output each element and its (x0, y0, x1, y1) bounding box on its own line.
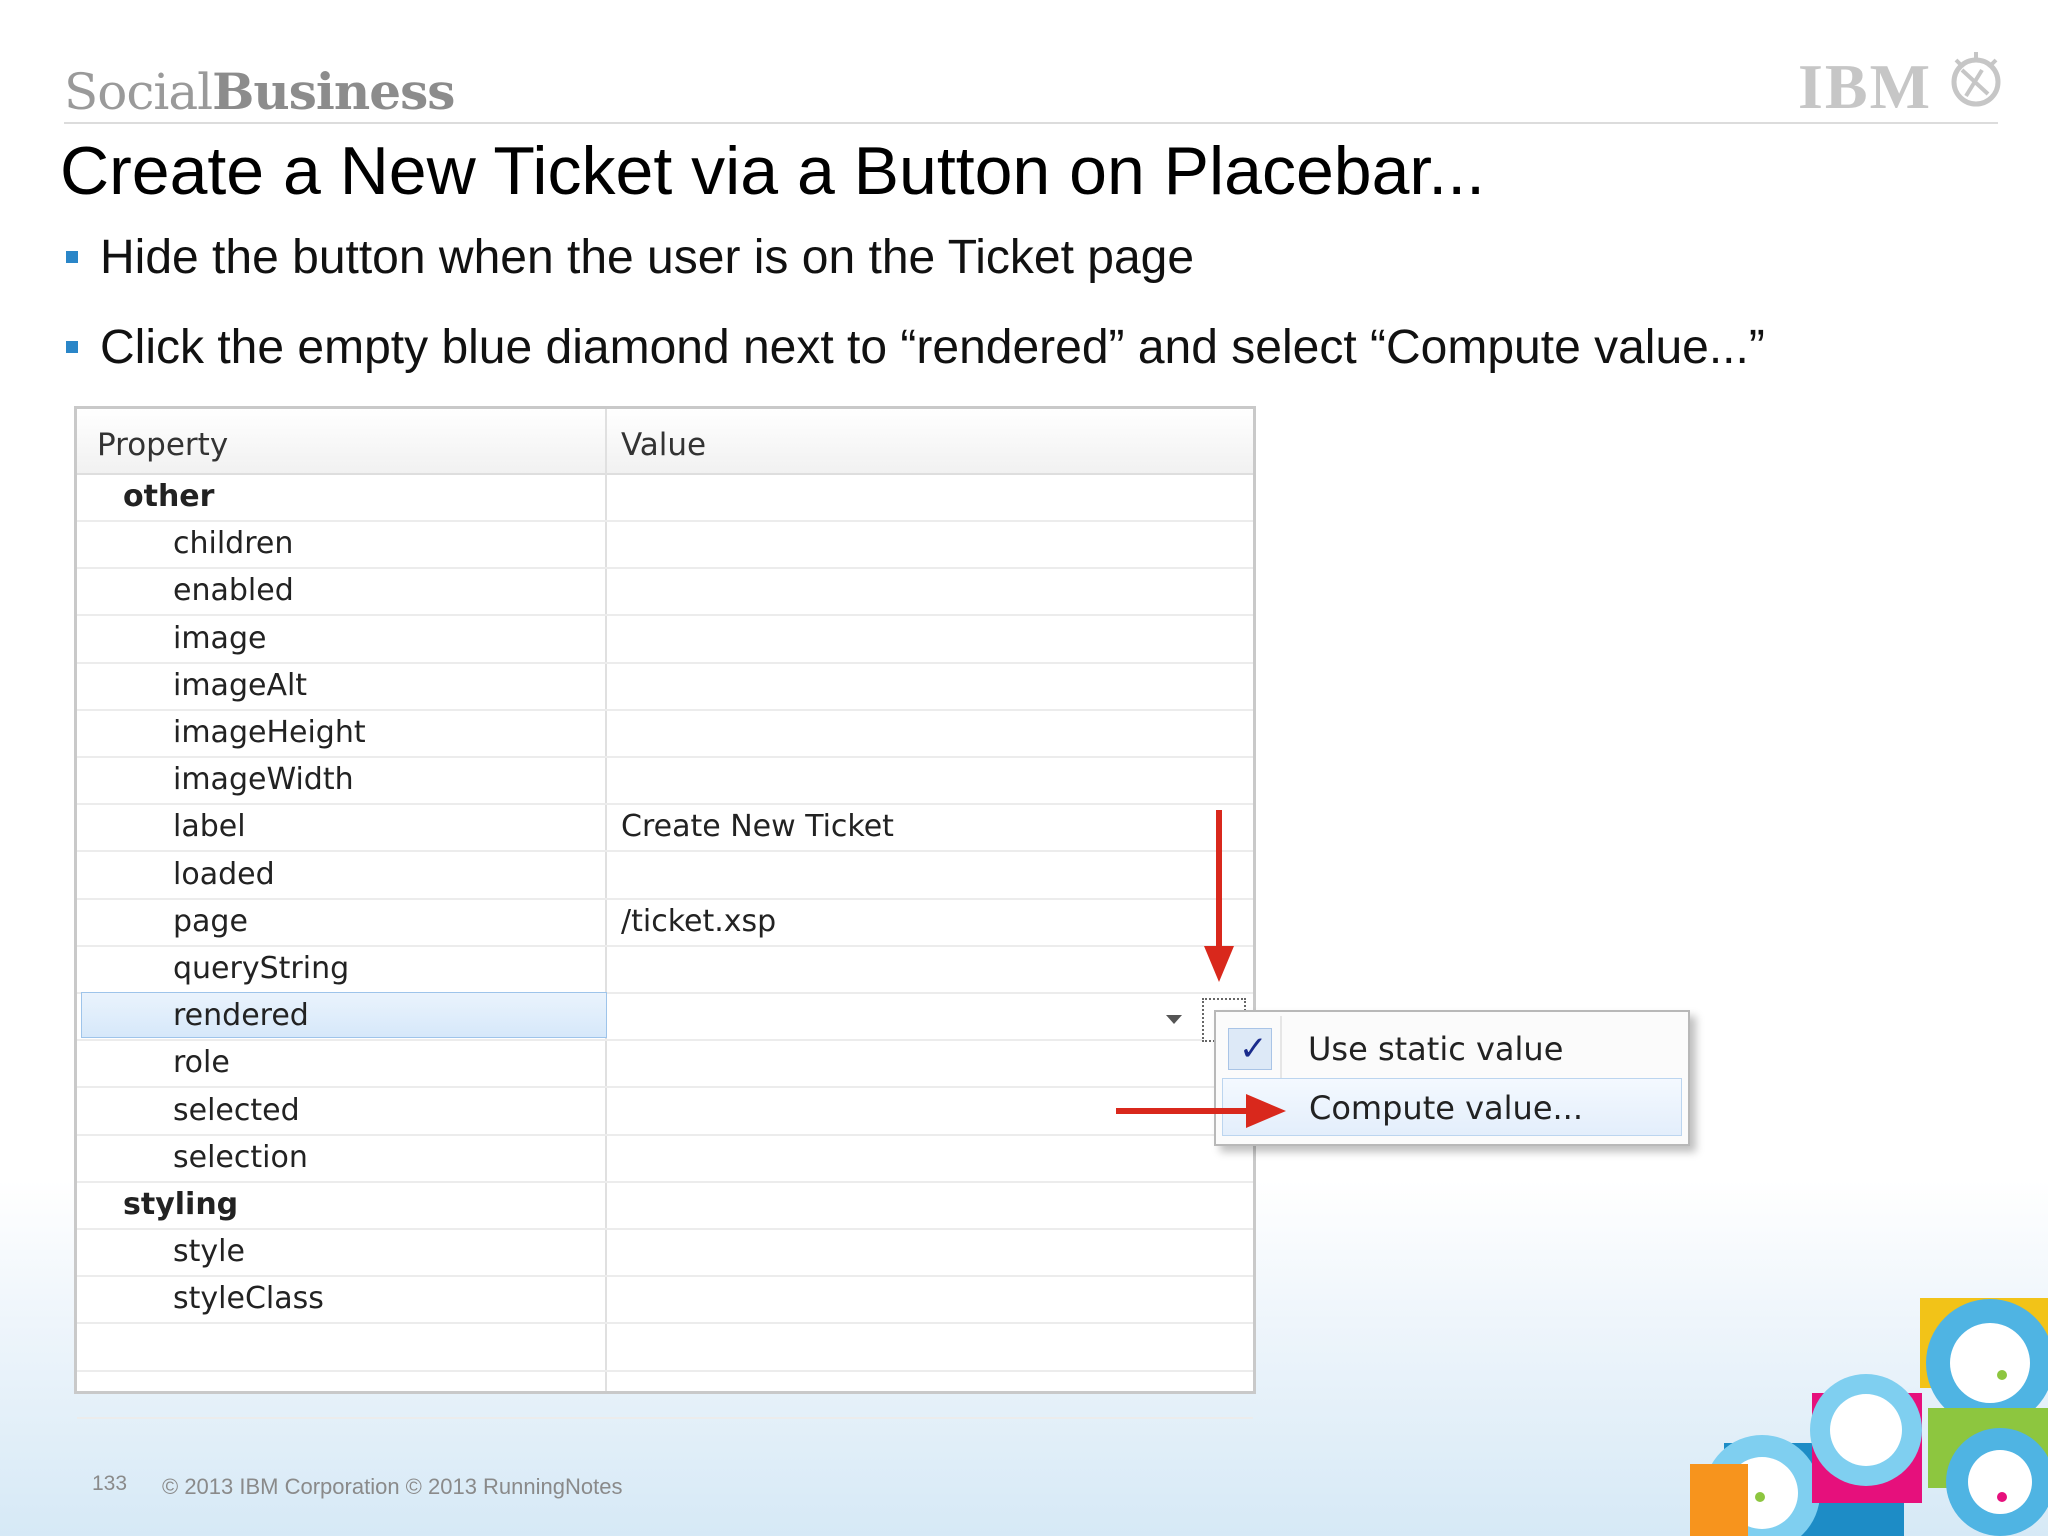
property-row-label[interactable]: label Create New Ticket (77, 803, 1253, 853)
header-divider (64, 122, 1998, 124)
menu-item-use-static-value[interactable]: ✓ Use static value (1222, 1020, 1680, 1076)
property-value[interactable]: Create New Ticket (621, 809, 894, 844)
globe-icon (1951, 52, 2001, 107)
property-name: label (173, 809, 246, 845)
check-box: ✓ (1228, 1028, 1272, 1070)
property-name: style (173, 1234, 245, 1270)
property-row-selection[interactable]: selection (77, 1134, 1253, 1183)
properties-header: Property Value (77, 409, 1253, 475)
bullet-item: Click the empty blue diamond next to “re… (62, 318, 1765, 408)
property-name: children (173, 526, 294, 562)
column-header-property[interactable]: Property (97, 427, 228, 463)
property-name: page (173, 903, 248, 939)
property-row-imagealt[interactable]: imageAlt (77, 662, 1253, 711)
empty-row (77, 1323, 1253, 1372)
property-name: enabled (173, 573, 294, 609)
property-row-image[interactable]: image (77, 615, 1253, 664)
property-row-loaded[interactable]: loaded (77, 851, 1253, 900)
property-value[interactable]: /ticket.xsp (621, 904, 776, 939)
page-number: 133 (92, 1472, 128, 1495)
bullet-item: Hide the button when the user is on the … (62, 228, 1765, 318)
copyright: © 2013 IBM Corporation © 2013 RunningNot… (162, 1474, 623, 1499)
bullet-square-icon (66, 251, 78, 263)
property-row-role[interactable]: role (77, 1039, 1253, 1089)
red-arrow-down-icon (1204, 810, 1234, 982)
property-name: selected (173, 1092, 300, 1128)
property-name: role (173, 1045, 230, 1081)
menu-item-compute-value[interactable]: Compute value... (1222, 1078, 1682, 1136)
property-name: imageWidth (173, 762, 354, 798)
property-name: selection (173, 1139, 308, 1175)
property-name: styling (123, 1187, 239, 1222)
property-row-querystring[interactable]: queryString (77, 945, 1253, 994)
ibm-logo: IBM (1798, 51, 1932, 122)
property-row-styling[interactable]: styling (77, 1181, 1253, 1230)
property-name: styleClass (173, 1281, 324, 1317)
property-name: other (123, 479, 215, 514)
property-name: rendered (173, 998, 309, 1034)
property-row-children[interactable]: children (77, 520, 1253, 570)
red-arrow-right-icon (1116, 1094, 1286, 1128)
property-row-imagewidth[interactable]: imageWidth (77, 756, 1253, 806)
property-row-imageheight[interactable]: imageHeight (77, 709, 1253, 758)
property-name: image (173, 620, 267, 656)
property-name: queryString (173, 951, 350, 986)
property-row-style[interactable]: style (77, 1228, 1253, 1278)
property-row-enabled[interactable]: enabled (77, 567, 1253, 617)
property-row-selected[interactable]: selected (77, 1087, 1253, 1136)
social-business-logo: SocialBusiness (64, 62, 455, 121)
property-row-page[interactable]: page/ticket.xsp (77, 898, 1253, 947)
property-row-styleclass[interactable]: styleClass (77, 1275, 1253, 1325)
column-header-value[interactable]: Value (621, 427, 706, 463)
empty-row (77, 1370, 1253, 1419)
property-name: imageAlt (173, 667, 308, 703)
properties-panel: Property Value other children enabled image… (74, 406, 1256, 1419)
slide-title: Create a New Ticket via a Button on Plac… (60, 133, 1485, 209)
checkmark-icon: ✓ (1239, 1029, 1268, 1069)
property-row-rendered[interactable]: rendered (77, 992, 1253, 1042)
property-row-other[interactable]: other (77, 473, 1253, 522)
property-name: loaded (173, 856, 275, 892)
bullet-square-icon (66, 341, 78, 353)
bullet-list: Hide the button when the user is on the … (62, 228, 1765, 408)
property-name: imageHeight (173, 715, 366, 750)
dropdown-arrow-icon[interactable] (1166, 1015, 1182, 1024)
